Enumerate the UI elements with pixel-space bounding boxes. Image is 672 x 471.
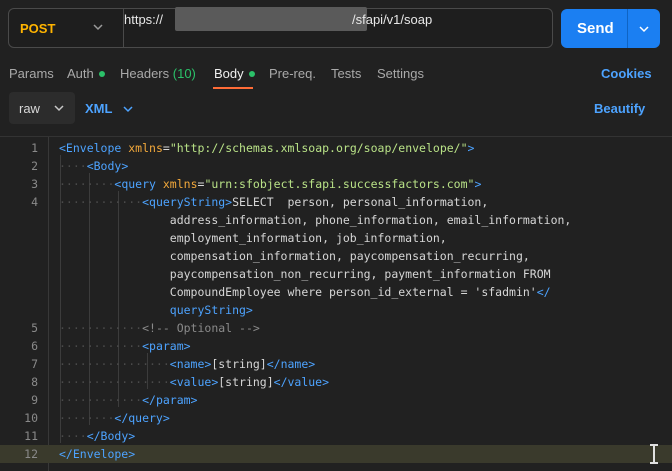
cookies-link[interactable]: Cookies: [601, 66, 652, 81]
status-dot: [248, 71, 255, 77]
code-text: CompoundEmployee where person_id_externa…: [59, 285, 551, 299]
tab-params[interactable]: Params: [9, 66, 54, 81]
code-text: address_information, phone_information, …: [59, 213, 572, 227]
line-number: 3: [31, 177, 38, 191]
code-line-active: 12 </Envelope>: [0, 445, 672, 463]
text-cursor-icon: [650, 444, 658, 464]
code-text: ············</param>: [59, 393, 198, 407]
code-line: employment_information, job_information,: [0, 229, 672, 247]
url-redacted-segment: [175, 7, 367, 31]
tab-settings[interactable]: Settings: [377, 66, 424, 81]
code-text: ········<query xmlns="urn:sfobject.sfapi…: [59, 177, 482, 191]
tab-body-label: Body: [214, 66, 244, 81]
send-button[interactable]: Send: [561, 9, 660, 48]
line-number: 1: [31, 141, 38, 155]
tab-body[interactable]: Body: [214, 66, 255, 81]
status-dot: [98, 71, 105, 77]
code-text: ············<queryString>SELECT person, …: [59, 195, 489, 209]
code-line: 9 ············</param>: [0, 391, 672, 409]
line-number: 11: [24, 429, 38, 443]
code-text: <Envelope xmlns="http://schemas.xmlsoap.…: [59, 141, 475, 155]
code-text: ············<!-- Optional -->: [59, 321, 260, 335]
chevron-down-icon[interactable]: [637, 22, 651, 36]
body-mode-label: raw: [19, 101, 40, 116]
tab-pre-request[interactable]: Pre-req.: [269, 66, 316, 81]
line-number: 9: [31, 393, 38, 407]
code-text: ············<param>: [59, 339, 191, 353]
line-number: 2: [31, 159, 38, 173]
code-line: 2 ····<Body>: [0, 157, 672, 175]
line-number: 5: [31, 321, 38, 335]
chevron-down-icon[interactable]: [122, 103, 134, 115]
tab-headers[interactable]: Headers (10): [120, 66, 196, 81]
code-text: ····</Body>: [59, 429, 136, 443]
line-number: 6: [31, 339, 38, 353]
line-number: 7: [31, 357, 38, 371]
url-path[interactable]: /sfapi/v1/soap: [352, 12, 432, 27]
method-select[interactable]: POST: [9, 9, 124, 47]
code-line: 4 ············<queryString>SELECT person,…: [0, 193, 672, 211]
language-select[interactable]: XML: [85, 101, 112, 116]
send-label: Send: [577, 20, 614, 37]
send-divider: [627, 9, 628, 48]
line-number: 8: [31, 375, 38, 389]
url-input[interactable]: https://: [124, 12, 163, 27]
code-line: 8 ················<value>[string]</value>: [0, 373, 672, 391]
code-text: ····<Body>: [59, 159, 129, 173]
code-text: compensation_information, paycompensatio…: [59, 249, 530, 263]
body-mode-select[interactable]: raw: [9, 92, 75, 124]
tab-auth-label: Auth: [67, 66, 94, 81]
code-text: paycompensation_non_recurring, payment_i…: [59, 267, 551, 281]
code-line: 1 <Envelope xmlns="http://schemas.xmlsoap…: [0, 139, 672, 157]
code-text: ················<value>[string]</value>: [59, 375, 330, 389]
code-line: 6 ············<param>: [0, 337, 672, 355]
tab-tests[interactable]: Tests: [331, 66, 361, 81]
code-line: 7 ················<name>[string]</name>: [0, 355, 672, 373]
code-text: employment_information, job_information,: [59, 231, 447, 245]
code-line: 10 ········</query>: [0, 409, 672, 427]
tab-auth[interactable]: Auth: [67, 66, 105, 81]
code-line: address_information, phone_information, …: [0, 211, 672, 229]
code-line: queryString>: [0, 301, 672, 319]
method-label: POST: [20, 21, 56, 36]
code-line: paycompensation_non_recurring, payment_i…: [0, 265, 672, 283]
line-number: 10: [24, 411, 38, 425]
code-line: CompoundEmployee where person_id_externa…: [0, 283, 672, 301]
chevron-down-icon: [93, 24, 103, 31]
chevron-down-icon: [54, 105, 64, 112]
code-editor[interactable]: 1 <Envelope xmlns="http://schemas.xmlsoap…: [0, 136, 672, 471]
code-line: 3 ········<query xmlns="urn:sfobject.sfap…: [0, 175, 672, 193]
line-number: 12: [24, 447, 38, 461]
code-text: queryString>: [59, 303, 253, 317]
code-text: ········</query>: [59, 411, 170, 425]
code-line: 5 ············<!-- Optional -->: [0, 319, 672, 337]
line-number: 4: [31, 195, 38, 209]
tab-headers-label: Headers: [120, 66, 170, 81]
code-line: 11 ····</Body>: [0, 427, 672, 445]
code-text: </Envelope>: [59, 447, 136, 461]
code-line: compensation_information, paycompensatio…: [0, 247, 672, 265]
beautify-button[interactable]: Beautify: [594, 101, 645, 116]
headers-count-badge: (10): [172, 66, 196, 81]
active-tab-indicator: [213, 87, 253, 89]
code-text: ················<name>[string]</name>: [59, 357, 316, 371]
